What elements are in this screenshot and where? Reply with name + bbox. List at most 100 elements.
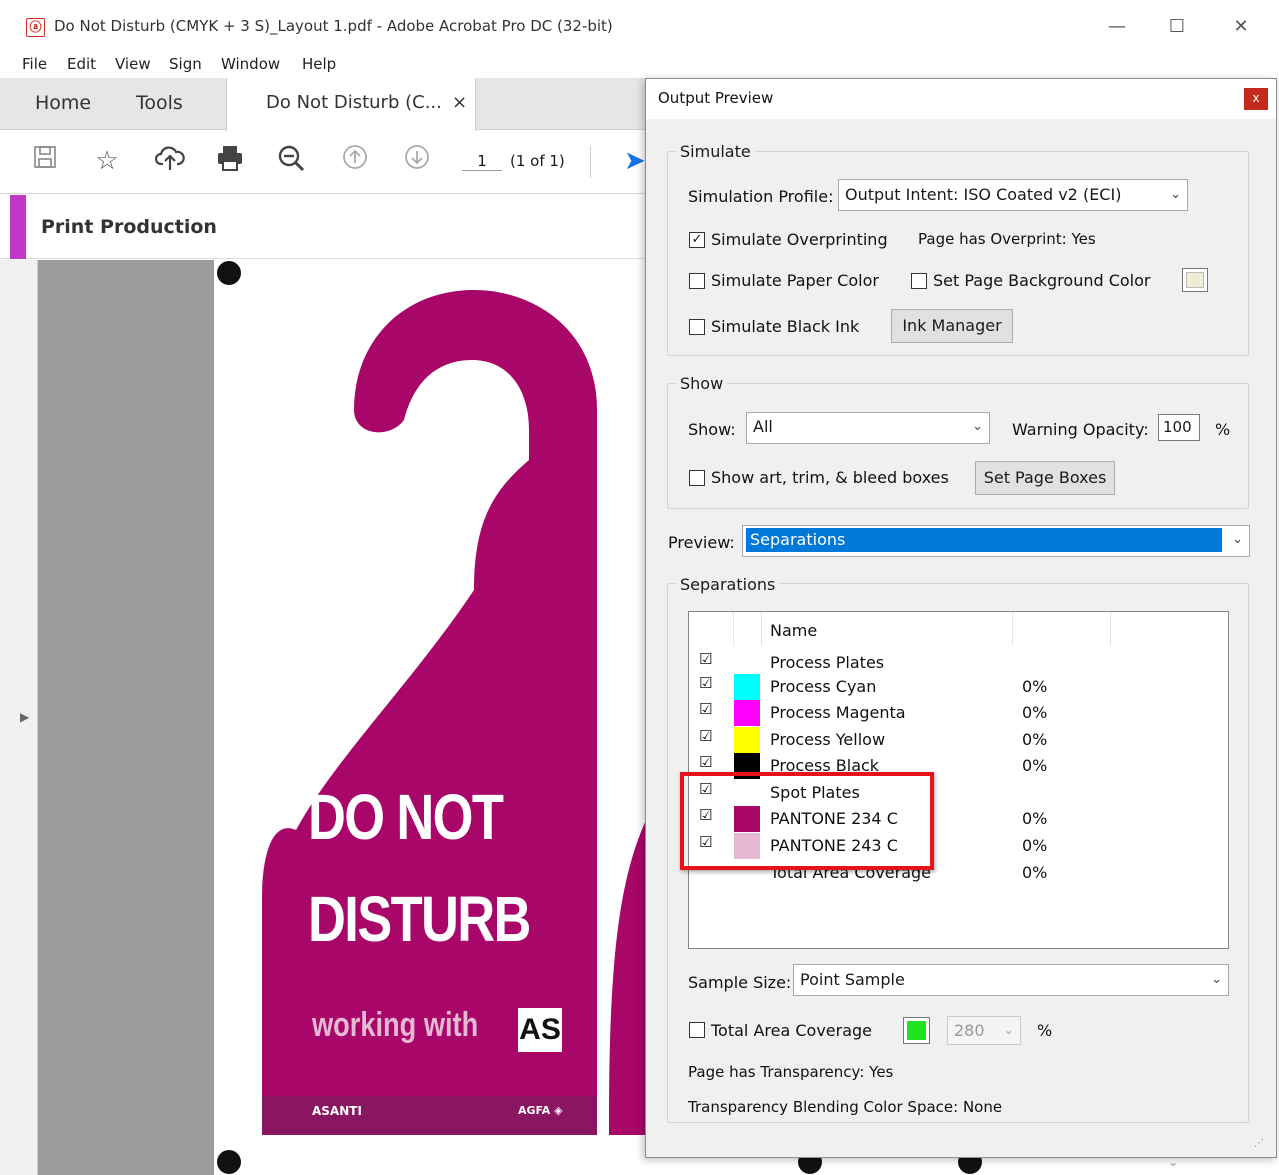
close-button[interactable]: ✕ (1218, 10, 1264, 44)
tac-value: 280 (954, 1021, 985, 1040)
highlight-box (680, 772, 934, 870)
simulate-black-ink-label: Simulate Black Ink (711, 317, 860, 336)
row-value: 0% (1022, 730, 1048, 749)
simulate-overprinting-label: Simulate Overprinting (711, 230, 888, 249)
overprint-status: Page has Overprint: Yes (918, 230, 1096, 248)
warning-opacity-unit: % (1215, 420, 1231, 439)
ink-manager-button[interactable]: Ink Manager (891, 309, 1013, 343)
show-value: All (753, 417, 773, 436)
simulation-profile-label: Simulation Profile: (688, 187, 834, 206)
simulate-paper-color-label: Simulate Paper Color (711, 271, 879, 290)
zoom-out-icon[interactable] (276, 144, 306, 178)
simulate-paper-color-checkbox[interactable] (689, 273, 705, 289)
canvas-background (38, 260, 214, 1175)
row-checkbox[interactable]: ☑ (699, 727, 712, 745)
left-pane-strip (0, 260, 38, 1175)
total-area-coverage-label: Total Area Coverage (711, 1021, 873, 1040)
page-count: (1 of 1) (510, 152, 565, 170)
chevron-down-icon: ⌄ (1211, 972, 1222, 987)
show-boxes-checkbox[interactable] (689, 470, 705, 486)
warning-opacity-input[interactable]: 100 (1158, 414, 1200, 441)
crop-mark-dot (217, 1150, 241, 1174)
separation-row[interactable]: ☑ Process Cyan 0% (689, 674, 1228, 700)
chevron-down-icon: ⌄ (1003, 1023, 1014, 1038)
menu-sign[interactable]: Sign (169, 55, 202, 73)
menu-help[interactable]: Help (302, 55, 336, 73)
simulate-black-ink-checkbox[interactable] (689, 319, 705, 335)
swatch-yellow (734, 727, 760, 753)
column-header-name: Name (770, 621, 818, 640)
show-group (667, 383, 1249, 509)
tab-home[interactable]: Home (35, 92, 91, 114)
minimize-button[interactable]: — (1094, 10, 1140, 44)
panel-accent-bar (10, 195, 26, 259)
swatch-magenta (734, 700, 760, 726)
expand-left-pane-icon[interactable]: ▶ (20, 710, 29, 724)
row-name: Process Magenta (770, 703, 906, 722)
sample-size-select[interactable]: Point Sample ⌄ (793, 964, 1229, 996)
sample-size-value: Point Sample (800, 970, 905, 989)
row-name: Process Cyan (770, 677, 877, 696)
show-label: Show: (688, 420, 736, 439)
row-checkbox[interactable]: ☑ (699, 674, 712, 692)
print-icon[interactable] (215, 144, 245, 178)
chevron-down-icon: ⌄ (1170, 187, 1181, 202)
next-page-icon[interactable] (402, 144, 432, 178)
asanti-logo: AS (518, 1008, 562, 1052)
row-name: Process Plates (770, 653, 885, 672)
simulate-overprinting-checkbox[interactable]: ✓ (689, 232, 705, 248)
page-background-checkbox[interactable] (911, 273, 927, 289)
artwork-footer-left: ASANTI (312, 1104, 362, 1118)
menu-view[interactable]: View (115, 55, 151, 73)
menu-window[interactable]: Window (221, 55, 280, 73)
row-value: 0% (1022, 756, 1048, 775)
total-area-coverage-checkbox[interactable] (689, 1022, 705, 1038)
previous-page-icon[interactable] (340, 144, 370, 178)
dialog-close-button[interactable]: x (1244, 88, 1268, 110)
cloud-upload-icon[interactable] (154, 144, 185, 178)
row-value: 0% (1022, 836, 1048, 855)
tac-color-swatch[interactable] (903, 1017, 930, 1044)
preview-label: Preview: (668, 533, 735, 552)
separation-row[interactable]: ☑ Process Plates (689, 650, 1228, 676)
resize-grip-icon[interactable]: ⋰ (1254, 1138, 1264, 1149)
panel-title: Print Production (41, 216, 217, 238)
set-page-boxes-button[interactable]: Set Page Boxes (975, 461, 1115, 495)
separation-row[interactable]: ☑ Process Yellow 0% (689, 727, 1228, 753)
show-group-title: Show (676, 374, 728, 393)
acrobat-app-icon: ⓐ (26, 18, 45, 37)
chevron-down-icon: ⌄ (972, 419, 983, 434)
toolbar-divider (590, 146, 591, 178)
maximize-button[interactable]: ☐ (1154, 10, 1200, 44)
tac-value-select[interactable]: 280 ⌄ (947, 1016, 1021, 1045)
transparency-status: Page has Transparency: Yes (688, 1063, 894, 1081)
show-select[interactable]: All ⌄ (746, 412, 990, 444)
blending-color-space: Transparency Blending Color Space: None (688, 1098, 1003, 1116)
simulation-profile-select[interactable]: Output Intent: ISO Coated v2 (ECI) ⌄ (838, 179, 1188, 211)
show-boxes-label: Show art, trim, & bleed boxes (711, 468, 949, 487)
chevron-down-icon: ⌄ (1232, 532, 1243, 547)
artwork-line1: DO NOT (308, 781, 504, 853)
preview-value: Separations (746, 528, 1222, 552)
save-icon[interactable] (30, 144, 60, 178)
row-checkbox[interactable]: ☑ (699, 650, 712, 668)
menu-edit[interactable]: Edit (67, 55, 96, 73)
row-value: 0% (1022, 863, 1048, 882)
bookmark-star-icon[interactable]: ☆ (92, 144, 122, 178)
row-value: 0% (1022, 809, 1048, 828)
separation-row[interactable]: ☑ Process Magenta 0% (689, 700, 1228, 726)
row-value: 0% (1022, 703, 1048, 722)
menu-file[interactable]: File (22, 55, 47, 73)
row-value: 0% (1022, 677, 1048, 696)
separations-group-title: Separations (676, 575, 780, 594)
tab-close-icon[interactable]: × (452, 92, 467, 113)
page-number-input[interactable]: 1 (462, 152, 502, 171)
row-checkbox[interactable]: ☑ (699, 753, 712, 771)
dialog-title: Output Preview (658, 89, 774, 107)
warning-opacity-label: Warning Opacity: (1012, 420, 1149, 439)
tab-tools[interactable]: Tools (136, 92, 183, 114)
preview-select[interactable]: Separations ⌄ (742, 525, 1250, 557)
select-cursor-icon[interactable]: ➤ (624, 146, 646, 176)
page-background-swatch[interactable] (1182, 268, 1208, 292)
row-checkbox[interactable]: ☑ (699, 700, 712, 718)
